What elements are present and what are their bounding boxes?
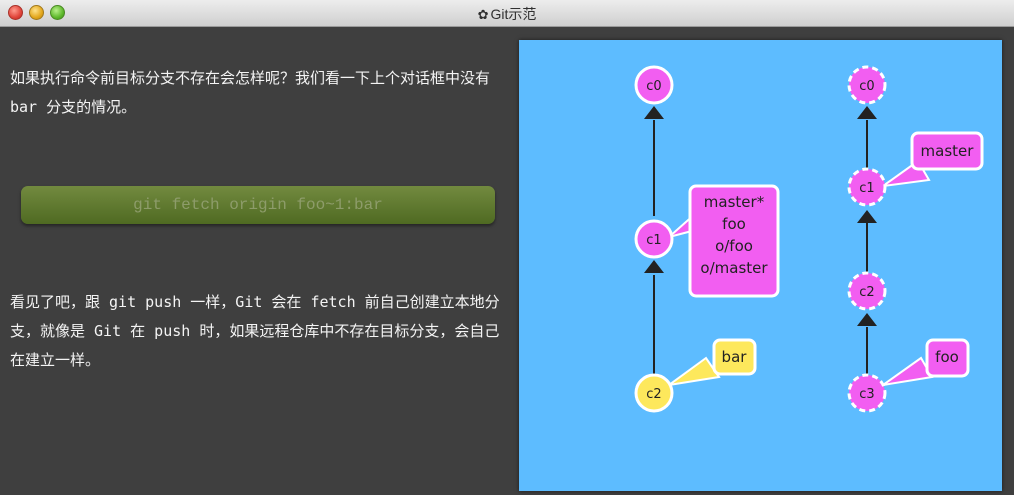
branch-label-bar: bar bbox=[722, 348, 748, 366]
commit-node[interactable]: c1 bbox=[847, 167, 887, 207]
commit-label: c2 bbox=[646, 387, 661, 402]
lesson-paragraph-2: 看见了吧，跟 git push 一样，Git 会在 fetch 前自己创建立本地… bbox=[10, 293, 500, 369]
gear-icon: ✿ bbox=[477, 7, 489, 22]
local-arrow-c1 bbox=[644, 260, 664, 273]
commit-node[interactable]: c2 bbox=[634, 373, 674, 413]
commit-node[interactable]: c3 bbox=[847, 373, 887, 413]
commit-label: c2 bbox=[859, 285, 874, 300]
branch-label-o-master: o/master bbox=[700, 259, 768, 277]
remote-commit-tree: master foo c0 c1 c2 c3 bbox=[847, 65, 984, 413]
remote-arrow-c1 bbox=[857, 210, 877, 223]
window-title-text: Git示范 bbox=[490, 6, 537, 22]
lesson-text-pane: 如果执行命令前目标分支不存在会怎样呢？我们看一下上个对话框中没有 bar 分支的… bbox=[0, 26, 512, 495]
window-title: ✿ Git示范 bbox=[0, 4, 1014, 24]
git-graph-svg: master* foo o/foo o/master bar c0 c1 c2 bbox=[634, 65, 984, 413]
branch-label-foo: foo bbox=[722, 215, 746, 233]
commit-label: c1 bbox=[859, 181, 874, 196]
commit-label: c3 bbox=[859, 387, 874, 402]
foo-label-pointer bbox=[882, 356, 934, 386]
git-graph-panel: master* foo o/foo o/master bar c0 c1 c2 bbox=[519, 40, 1002, 491]
local-bar-label: bar bbox=[668, 338, 757, 386]
commit-node[interactable]: c2 bbox=[847, 271, 887, 311]
local-arrow-c0 bbox=[644, 106, 664, 119]
lesson-paragraph-1: 如果执行命令前目标分支不存在会怎样呢？我们看一下上个对话框中没有 bar 分支的… bbox=[10, 69, 491, 116]
window-titlebar: ✿ Git示范 bbox=[0, 0, 1014, 27]
local-branch-label-stack: master* foo o/foo o/master bbox=[668, 184, 780, 298]
commit-label: c1 bbox=[646, 233, 661, 248]
remote-arrow-c0 bbox=[857, 106, 877, 119]
commit-node[interactable]: c0 bbox=[847, 65, 887, 105]
remote-foo-label: foo bbox=[882, 338, 970, 386]
remote-master-label: master bbox=[882, 131, 984, 187]
branch-label-remote-foo: foo bbox=[935, 348, 959, 366]
branch-label-remote-master: master bbox=[921, 142, 975, 160]
remote-arrow-c2 bbox=[857, 313, 877, 326]
commit-node[interactable]: c0 bbox=[634, 65, 674, 105]
branch-label-o-foo: o/foo bbox=[715, 237, 753, 255]
bar-label-pointer bbox=[668, 356, 721, 386]
commit-label: c0 bbox=[646, 79, 661, 94]
branch-label-master-star: master* bbox=[704, 193, 765, 211]
commit-label: c0 bbox=[859, 79, 874, 94]
local-commit-tree: master* foo o/foo o/master bar c0 c1 c2 bbox=[634, 65, 780, 413]
commit-node[interactable]: c1 bbox=[634, 219, 674, 259]
command-button[interactable]: git fetch origin foo~1:bar bbox=[21, 186, 495, 224]
